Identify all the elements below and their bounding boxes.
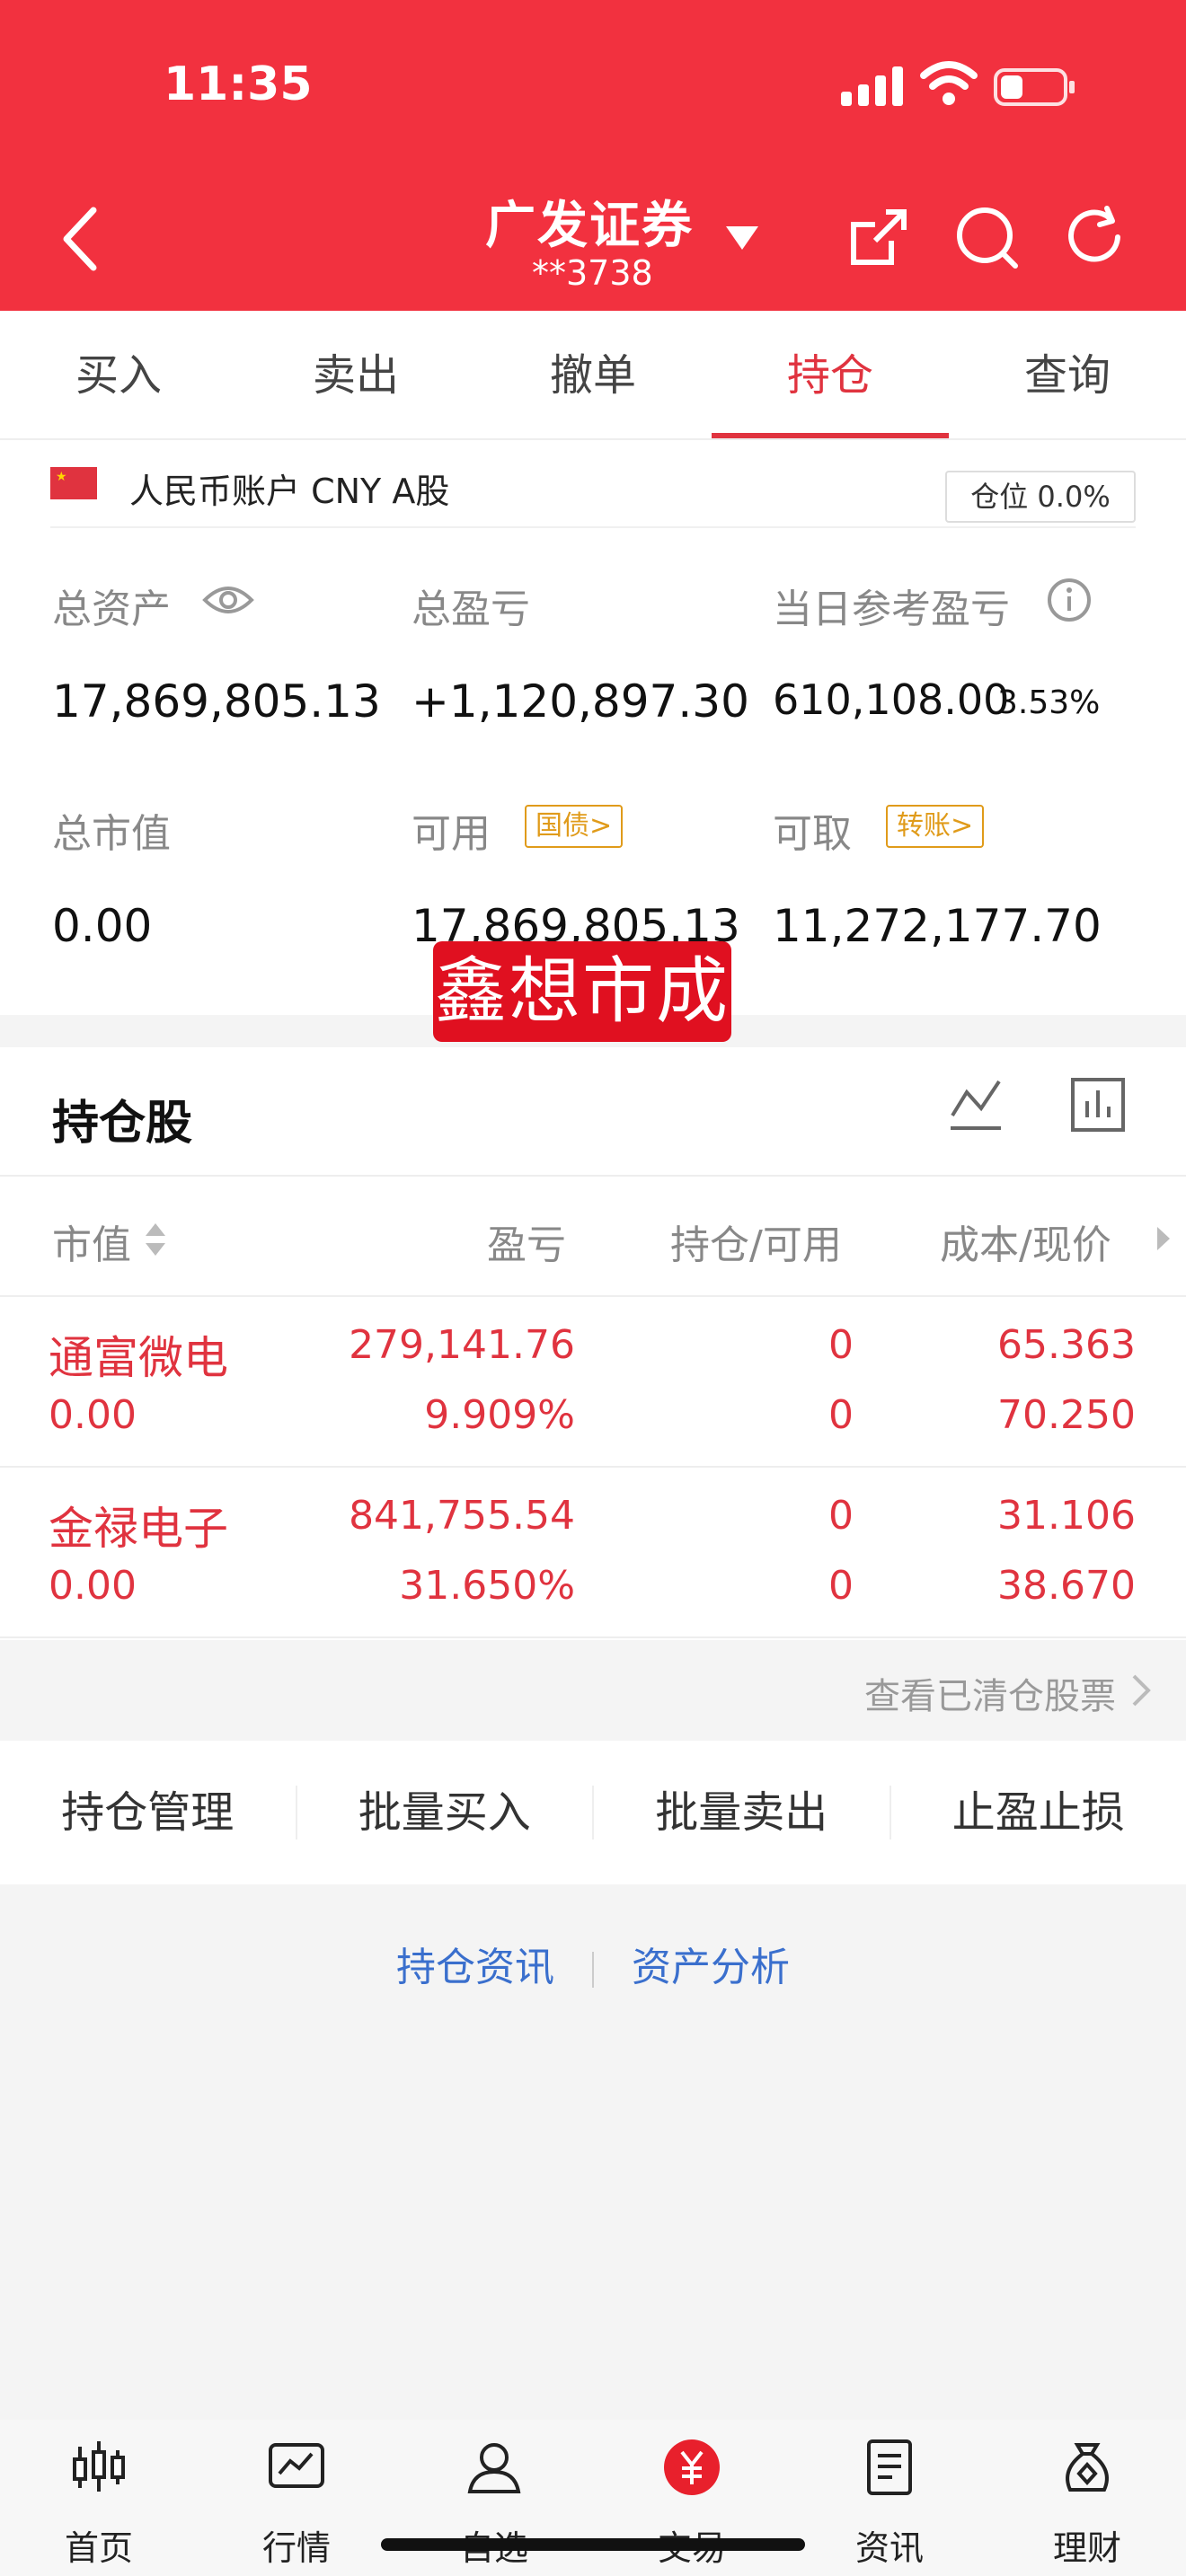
col-pnl: 盈亏 bbox=[487, 1222, 566, 1268]
tab-buy[interactable]: 买入 bbox=[0, 311, 237, 438]
asset-analysis-link[interactable]: 资产分析 bbox=[594, 1935, 828, 1992]
col-cost-price: 成本/现价 bbox=[940, 1222, 1111, 1268]
stock-avail: 0 bbox=[828, 1392, 854, 1438]
manage-positions-button[interactable]: 持仓管理 bbox=[0, 1786, 297, 1839]
holdings-section: 持仓股 市值 盈亏 持仓/可用 成本/现价 通富微电 0.00 279,141.… bbox=[0, 1047, 1186, 1640]
col-hold-avail: 持仓/可用 bbox=[670, 1222, 842, 1268]
chevron-right-icon[interactable] bbox=[1130, 1672, 1152, 1708]
total-assets-value: 17,869,805.13 bbox=[52, 675, 381, 728]
nav-label: 首页 bbox=[64, 2528, 133, 2568]
account-number: **3738 bbox=[532, 253, 653, 293]
divider bbox=[50, 526, 1136, 528]
trade-tabs: 买入 卖出 撤单 持仓 查询 bbox=[0, 311, 1186, 440]
watermark-overlay: 鑫想市成 bbox=[433, 941, 731, 1042]
tab-positions[interactable]: 持仓 bbox=[712, 311, 949, 438]
nav-market[interactable]: 行情 bbox=[198, 2420, 395, 2576]
market-value-label: 总市值 bbox=[52, 811, 171, 857]
nav-news[interactable]: 资讯 bbox=[791, 2420, 988, 2576]
signal-icon bbox=[841, 65, 903, 106]
app-header: 11:35 广发证券 **3738 bbox=[0, 0, 1186, 311]
cleared-stocks-bar: 查看已清仓股票 bbox=[0, 1640, 1186, 1741]
info-icon[interactable] bbox=[1046, 577, 1093, 623]
wifi-icon bbox=[920, 61, 978, 105]
tab-query[interactable]: 查询 bbox=[949, 311, 1186, 438]
currency-label: 人民币账户 CNY A股 bbox=[129, 472, 450, 511]
stock-pnl-pct: 9.909% bbox=[424, 1392, 575, 1438]
holding-row[interactable]: 通富微电 0.00 279,141.76 9.909% 0 0 65.363 7… bbox=[0, 1297, 1186, 1468]
status-time: 11:35 bbox=[164, 57, 313, 111]
nav-label: 理财 bbox=[1052, 2528, 1121, 2568]
stock-cost: 31.106 bbox=[997, 1493, 1136, 1539]
col-market-value[interactable]: 市值 bbox=[52, 1213, 131, 1270]
stock-name: 金禄电子 bbox=[49, 1503, 228, 1555]
stock-pnl: 279,141.76 bbox=[349, 1322, 575, 1368]
daily-pnl-value: 610,108.00 bbox=[773, 675, 1010, 724]
transfer-badge[interactable]: 转账> bbox=[886, 805, 985, 848]
position-ratio-badge: 仓位 0.0% bbox=[945, 471, 1136, 523]
bar-chart-icon[interactable] bbox=[1069, 1076, 1127, 1134]
chevron-right-icon[interactable] bbox=[1155, 1225, 1172, 1252]
nav-home[interactable]: 首页 bbox=[0, 2420, 198, 2576]
withdrawable-value: 11,272,177.70 bbox=[773, 900, 1102, 952]
stock-price: 70.250 bbox=[997, 1392, 1136, 1438]
stock-avail: 0 bbox=[828, 1563, 854, 1609]
stock-market-value: 0.00 bbox=[49, 1563, 137, 1609]
cleared-stocks-link[interactable]: 查看已清仓股票 bbox=[864, 1667, 1116, 1719]
holding-row[interactable]: 金禄电子 0.00 841,755.54 31.650% 0 0 31.106 … bbox=[0, 1468, 1186, 1638]
total-assets-label: 总资产 bbox=[52, 587, 171, 632]
money-bag-icon bbox=[1066, 2443, 1109, 2492]
sort-icon[interactable] bbox=[144, 1222, 167, 1257]
total-pnl-label: 总盈亏 bbox=[412, 587, 530, 632]
holdings-header: 市值 盈亏 持仓/可用 成本/现价 bbox=[0, 1175, 1186, 1297]
nav-wealth[interactable]: 理财 bbox=[988, 2420, 1186, 2576]
eye-icon[interactable] bbox=[201, 580, 255, 620]
position-news-link[interactable]: 持仓资讯 bbox=[358, 1935, 592, 1992]
market-value: 0.00 bbox=[52, 900, 153, 952]
yuan-icon bbox=[664, 2439, 720, 2495]
stock-hold: 0 bbox=[828, 1493, 854, 1539]
nav-watchlist[interactable]: 自选 bbox=[395, 2420, 593, 2576]
available-label: 可用 bbox=[412, 811, 491, 857]
account-summary: ★ 人民币账户 CNY A股 仓位 0.0% 总资产 17,869,805.13… bbox=[0, 440, 1186, 1015]
tab-sell[interactable]: 卖出 bbox=[237, 311, 474, 438]
trend-chart-icon[interactable] bbox=[947, 1076, 1005, 1134]
back-arrow-icon[interactable] bbox=[56, 203, 110, 275]
chart-line-icon bbox=[269, 2443, 324, 2488]
share-icon[interactable] bbox=[845, 203, 913, 271]
stock-market-value: 0.00 bbox=[49, 1392, 137, 1438]
broker-title[interactable]: 广发证券 bbox=[485, 185, 694, 258]
batch-sell-button[interactable]: 批量卖出 bbox=[594, 1786, 891, 1839]
nav-trade[interactable]: 交易 bbox=[593, 2420, 791, 2576]
stock-price: 38.670 bbox=[997, 1563, 1136, 1609]
bottom-nav: 首页 行情 自选 交易 资讯 理财 bbox=[0, 2420, 1186, 2576]
candlestick-icon bbox=[73, 2441, 125, 2492]
info-links: 持仓资讯 资产分析 bbox=[0, 1935, 1186, 2007]
stock-name: 通富微电 bbox=[49, 1332, 228, 1384]
withdrawable-label: 可取 bbox=[773, 811, 852, 857]
stock-pnl-pct: 31.650% bbox=[399, 1563, 575, 1609]
user-icon bbox=[467, 2443, 521, 2493]
batch-buy-button[interactable]: 批量买入 bbox=[297, 1786, 594, 1839]
refresh-icon[interactable] bbox=[1060, 203, 1128, 271]
stock-pnl: 841,755.54 bbox=[349, 1493, 575, 1539]
nav-label: 行情 bbox=[261, 2528, 331, 2568]
search-icon[interactable] bbox=[952, 203, 1021, 271]
document-icon bbox=[867, 2439, 912, 2495]
home-indicator bbox=[381, 2538, 805, 2551]
dropdown-caret-icon[interactable] bbox=[726, 226, 758, 250]
bond-badge[interactable]: 国债> bbox=[525, 805, 624, 848]
stock-hold: 0 bbox=[828, 1322, 854, 1368]
stop-profit-loss-button[interactable]: 止盈止损 bbox=[891, 1786, 1186, 1839]
holdings-title: 持仓股 bbox=[52, 1097, 193, 1151]
china-flag-icon: ★ bbox=[50, 467, 97, 499]
nav-label: 资讯 bbox=[854, 2528, 924, 2568]
position-actions: 持仓管理 批量买入 批量卖出 止盈止损 bbox=[0, 1741, 1186, 1884]
daily-pnl-pct: 3.53% bbox=[997, 684, 1101, 721]
tab-cancel[interactable]: 撤单 bbox=[474, 311, 712, 438]
total-pnl-value: +1,120,897.30 bbox=[412, 675, 749, 728]
daily-pnl-label: 当日参考盈亏 bbox=[773, 587, 1010, 632]
stock-cost: 65.363 bbox=[997, 1322, 1136, 1368]
battery-icon bbox=[994, 68, 1075, 106]
